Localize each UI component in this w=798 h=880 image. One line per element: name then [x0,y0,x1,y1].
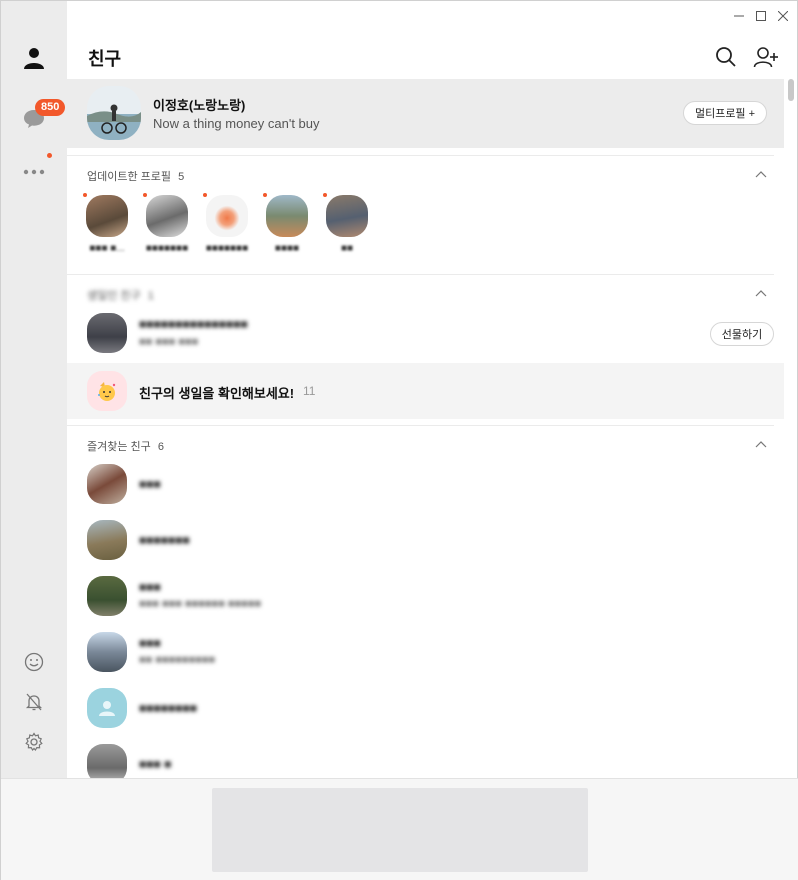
updated-profile-item[interactable]: ■■ [317,193,377,254]
birthday-cake-icon [87,371,127,411]
minimize-icon [734,15,744,17]
birthday-friend-name: ■■■■■■■■■■■■■■■ [139,317,248,331]
favorite-avatar[interactable] [87,464,127,504]
favorite-avatar[interactable] [87,744,127,778]
updated-section-title: 업데이트한 프로필 5 [87,168,184,184]
gift-button[interactable]: 선물하기 [710,322,774,346]
updated-name: ■■■■■■■ [145,243,189,254]
unread-badge: 850 [35,99,66,116]
multi-profile-button[interactable]: 멀티프로필 + [683,101,767,125]
favorite-avatar[interactable] [87,520,127,560]
default-profile-icon [99,701,115,716]
divider [67,155,774,156]
favorites-count: 6 [157,441,164,453]
birthday-title-text: 생일인 친구 [87,290,141,302]
divider [67,425,774,426]
search-icon [716,47,736,67]
favorite-name: ■■■ [139,636,161,650]
new-dot [83,193,87,197]
updated-avatar [203,193,248,237]
more-dots-icon [23,169,45,175]
ad-banner[interactable] [212,788,588,872]
favorite-name: ■■■■■■■ [139,533,190,547]
add-friend-button[interactable] [753,45,779,71]
add-friend-icon [753,47,778,68]
birthday-count: 1 [147,290,154,302]
birthday-check-count: 11 [303,384,316,398]
celebration-face-icon [98,382,116,401]
my-name: 이정호(노랑노랑) [153,98,246,113]
new-dot [47,153,52,158]
favorite-status: ■■■ ■■■ ■■■■■■ ■■■■■ [139,598,262,610]
footer-ad-area [1,778,798,880]
left-rail: 850 [1,1,67,778]
updated-profile-item[interactable]: ■■■■■■■ [137,193,197,254]
favorites-title-text: 즐겨찾는 친구 [87,441,151,453]
favorite-avatar[interactable] [87,632,127,672]
favorite-status: ■■ ■■■■■■■■■ [139,654,216,666]
updated-name: ■■ [340,243,354,254]
favorites-section-title: 즐겨찾는 친구 6 [87,438,164,454]
my-avatar-image [87,86,141,140]
person-icon [24,48,44,69]
updated-avatar [83,193,128,237]
my-profile-row[interactable]: 이정호(노랑노랑) Now a thing money can't buy 멀티… [67,79,784,148]
gear-icon [25,732,43,751]
collapse-birthday-icon[interactable] [755,288,767,300]
maximize-button[interactable] [752,7,770,25]
divider [67,274,774,275]
new-dot [143,193,147,197]
minimize-button[interactable] [730,7,748,25]
friends-list[interactable]: 이정호(노랑노랑) Now a thing money can't buy 멀티… [67,79,784,778]
scrollbar[interactable] [785,79,797,778]
updated-name: ■■■■ [274,243,300,254]
updated-count: 5 [178,171,185,183]
rail-settings-button[interactable] [14,722,54,762]
updated-avatar [263,193,308,237]
rail-more-button[interactable] [14,152,54,192]
rail-emoticon-button[interactable] [14,642,54,682]
updated-profile-item[interactable]: ■■■ ■... [77,193,137,254]
new-dot [203,193,207,197]
page-title: 친구 [88,49,122,69]
birthday-friend-avatar[interactable] [87,313,127,353]
updated-profile-item[interactable]: ■■■■■■■ [197,193,257,254]
my-status-message: Now a thing money can't buy [153,116,320,131]
maximize-icon [756,11,766,21]
updated-avatar [143,193,188,237]
updated-name: ■■■ ■... [89,243,125,254]
collapse-updated-icon[interactable] [755,169,767,181]
rail-friends-button[interactable] [14,38,54,78]
birthday-check-row[interactable]: 친구의 생일을 확인해보세요! 11 [67,363,784,419]
updated-title-text: 업데이트한 프로필 [87,171,172,183]
emoticon-icon [24,652,44,672]
updated-avatar [323,193,368,237]
updated-profile-item[interactable]: ■■■■ [257,193,317,254]
search-button[interactable] [714,45,740,71]
favorite-name: ■■■ ■ [139,757,172,771]
favorite-avatar[interactable] [87,576,127,616]
favorite-name: ■■■ [139,580,161,594]
birthday-friend-date: ■■ ■■■ ■■■ [139,336,199,348]
birthday-check-text: 친구의 생일을 확인해보세요! [139,386,295,401]
my-avatar[interactable] [87,86,141,140]
favorite-name: ■■■ [139,477,161,491]
scroll-thumb[interactable] [788,79,794,101]
close-button[interactable] [774,7,792,25]
rail-notification-button[interactable] [14,682,54,722]
updated-name: ■■■■■■■ [205,243,249,254]
birthday-section-title: 생일인 친구 1 [87,287,154,303]
favorite-name: ■■■■■■■■ [139,701,197,715]
new-dot [263,193,267,197]
close-icon [778,11,788,21]
favorite-avatar[interactable] [87,688,127,728]
collapse-favorites-icon[interactable] [755,439,767,451]
new-dot [323,193,327,197]
bell-off-icon [25,693,43,711]
app-window: 850 친구 이정호(노랑노랑) Now a thing money can't… [0,0,798,880]
